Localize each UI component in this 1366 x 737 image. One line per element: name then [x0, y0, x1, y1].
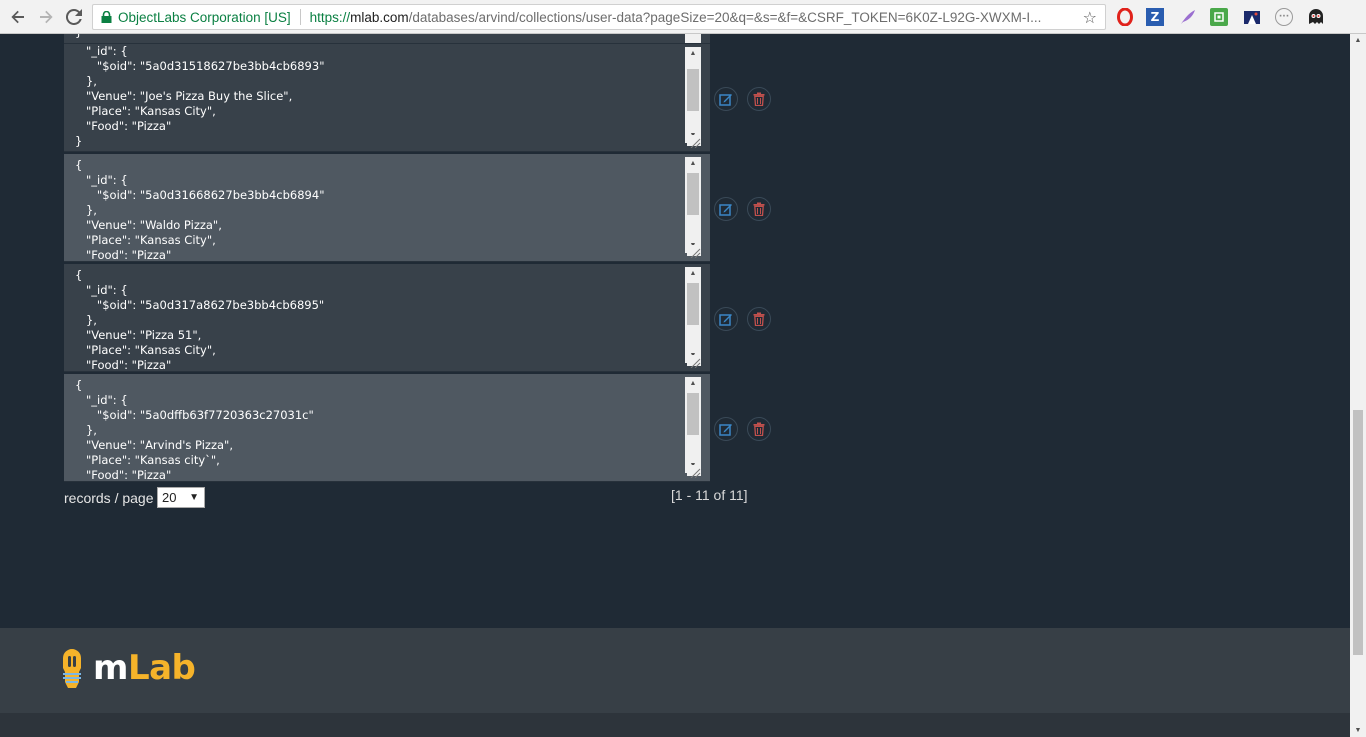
logo-lab: Lab — [127, 648, 196, 688]
forward-icon[interactable] — [34, 5, 58, 29]
document-row: { "_id": { "$oid": "5a0dffb63f7720363c27… — [64, 374, 710, 482]
edit-icon — [719, 94, 732, 106]
delete-document-button[interactable] — [747, 197, 771, 221]
edit-icon — [719, 424, 732, 436]
document-scrollbar-thumb[interactable] — [687, 393, 699, 435]
records-per-page-value: 20 — [162, 490, 177, 505]
lock-icon — [101, 11, 112, 23]
resize-handle-icon[interactable] — [687, 245, 701, 259]
document-row: "_id": { "$oid": "5a0d31518627be3bb4cb68… — [64, 44, 710, 152]
extension-icon[interactable] — [1210, 8, 1228, 26]
scroll-up-icon[interactable]: ▲ — [685, 377, 701, 391]
scroll-up-icon[interactable]: ▲ — [685, 47, 701, 61]
edit-document-button[interactable] — [714, 307, 738, 331]
document-json[interactable]: "_id": { "$oid": "5a0d31518627be3bb4cb68… — [64, 44, 710, 149]
night-mode-icon[interactable] — [1242, 7, 1262, 27]
resize-handle-icon[interactable] — [687, 465, 701, 479]
previous-document-tail: } — [64, 34, 710, 44]
records-per-page-label: records / page — [64, 490, 154, 506]
document-scrollbar-thumb[interactable] — [687, 173, 699, 215]
address-bar[interactable]: ObjectLabs Corporation [US] https:// mla… — [92, 4, 1106, 30]
url-host: mlab.com — [350, 9, 409, 25]
opera-icon[interactable] — [1115, 7, 1135, 27]
edit-document-button[interactable] — [714, 417, 738, 441]
document-row: { "_id": { "$oid": "5a0d317a8627be3bb4cb… — [64, 264, 710, 372]
delete-document-button[interactable] — [747, 87, 771, 111]
edit-document-button[interactable] — [714, 87, 738, 111]
url-path: /databases/arvind/collections/user-data?… — [408, 9, 1042, 25]
records-per-page-select[interactable]: 20 ▼ — [157, 487, 205, 508]
document-scrollbar[interactable]: ▲▼ — [685, 377, 701, 473]
scroll-down-icon[interactable]: ▼ — [1350, 727, 1366, 734]
trash-icon — [753, 422, 765, 436]
logo-m: m — [93, 648, 128, 688]
site-footer — [0, 628, 1350, 713]
page-scrollbar[interactable]: ▲ ▼ — [1350, 34, 1366, 737]
document-scrollbar[interactable]: ▲▼ — [685, 267, 701, 363]
scroll-up-icon[interactable]: ▲ — [685, 157, 701, 171]
site-identity: ObjectLabs Corporation [US] — [118, 9, 291, 25]
mlab-logo-icon — [63, 649, 81, 688]
scroll-up-icon[interactable]: ▲ — [1350, 37, 1366, 44]
trash-icon — [753, 202, 765, 216]
star-icon[interactable]: ☆ — [1083, 8, 1097, 28]
document-row: { "_id": { "$oid": "5a0d31668627be3bb4cb… — [64, 154, 710, 262]
site-footer-bottom — [0, 713, 1350, 737]
back-icon[interactable] — [6, 5, 30, 29]
browser-toolbar: ObjectLabs Corporation [US] https:// mla… — [0, 0, 1366, 34]
url-scheme: https:// — [309, 9, 351, 25]
resize-handle-icon[interactable] — [687, 355, 701, 369]
reload-icon[interactable] — [62, 5, 86, 29]
chevron-down-icon: ▼ — [189, 492, 199, 503]
document-scrollbar-thumb[interactable] — [687, 283, 699, 325]
document-json[interactable]: { "_id": { "$oid": "5a0d31668627be3bb4cb… — [64, 154, 710, 261]
document-json[interactable]: { "_id": { "$oid": "5a0dffb63f7720363c27… — [64, 374, 710, 481]
trash-icon — [753, 92, 765, 106]
ghost-extension-icon[interactable] — [1306, 7, 1326, 27]
resize-handle-icon[interactable] — [687, 135, 701, 149]
circle-extension-icon[interactable]: ··· — [1275, 8, 1293, 26]
edit-icon — [719, 314, 732, 326]
document-scrollbar[interactable]: ▲▼ — [685, 157, 701, 253]
record-range: [1 - 11 of 11] — [671, 487, 748, 503]
document-json[interactable]: { "_id": { "$oid": "5a0d317a8627be3bb4cb… — [64, 264, 710, 371]
scroll-up-icon[interactable]: ▲ — [685, 267, 701, 281]
document-scrollbar[interactable]: ▲▼ — [685, 47, 701, 143]
delete-document-button[interactable] — [747, 417, 771, 441]
feather-icon[interactable] — [1178, 7, 1198, 27]
document-scrollbar-thumb[interactable] — [687, 69, 699, 111]
delete-document-button[interactable] — [747, 307, 771, 331]
zotero-icon[interactable]: Z — [1146, 8, 1164, 26]
edit-document-button[interactable] — [714, 197, 738, 221]
mlab-logo[interactable]: mLab — [93, 648, 196, 688]
trash-icon — [753, 312, 765, 326]
edit-icon — [719, 204, 732, 216]
page-scrollbar-thumb[interactable] — [1353, 410, 1363, 655]
